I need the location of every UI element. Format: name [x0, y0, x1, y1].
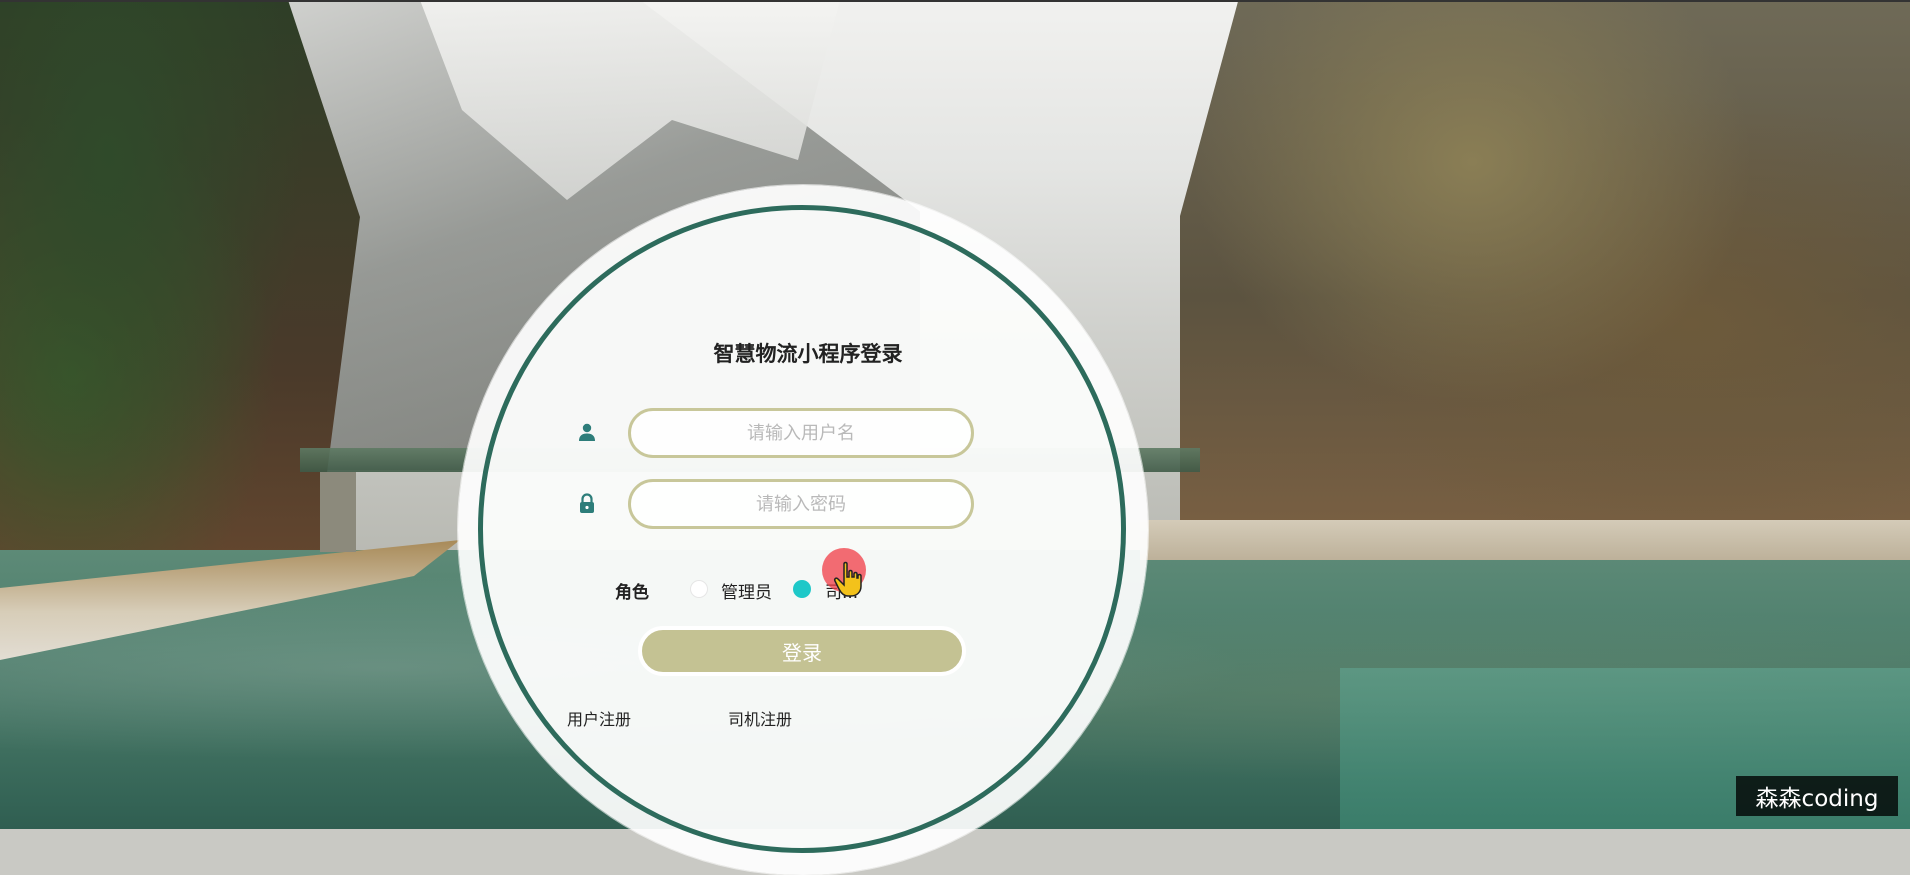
hand-pointer-icon	[834, 561, 862, 597]
river-bank-right	[1140, 520, 1910, 560]
password-input[interactable]	[628, 479, 974, 529]
trees-left	[0, 0, 360, 620]
role-label: 角色	[615, 583, 649, 603]
watermark: 森森coding	[1736, 776, 1898, 816]
top-border	[0, 0, 1910, 2]
login-title-wrap: 智慧物流小程序登录	[658, 338, 958, 368]
role-radio-driver[interactable]	[793, 580, 811, 598]
lock-icon	[580, 493, 594, 513]
login-button[interactable]: 登录	[638, 626, 966, 676]
login-panel-ring	[478, 205, 1126, 853]
username-input[interactable]	[628, 408, 974, 458]
driver-register-link[interactable]: 司机注册	[728, 706, 792, 730]
role-radio-admin[interactable]	[690, 580, 708, 598]
bridge-pier	[320, 472, 356, 552]
user-icon	[579, 423, 595, 441]
cliff-right	[1180, 0, 1910, 540]
watermark-text: 森森coding	[1755, 786, 1879, 812]
user-register-link[interactable]: 用户注册	[567, 706, 631, 730]
login-title: 智慧物流小程序登录	[713, 342, 903, 366]
role-admin-label[interactable]: 管理员	[721, 578, 772, 603]
